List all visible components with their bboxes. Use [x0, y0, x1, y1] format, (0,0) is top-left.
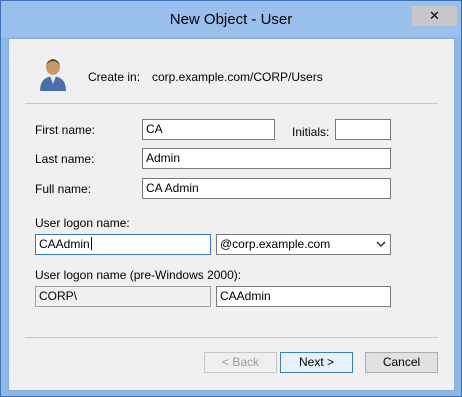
create-in-path: corp.example.com/CORP/Users: [152, 70, 323, 84]
chevron-down-icon: [376, 241, 386, 248]
logon-name-value: CAAdmin: [39, 237, 90, 251]
text-caret: [90, 237, 92, 250]
dialog-title: New Object - User: [169, 11, 293, 28]
back-button[interactable]: < Back: [204, 352, 277, 373]
last-name-label: Last name:: [35, 152, 95, 166]
divider: [25, 103, 438, 104]
last-name-field[interactable]: Admin: [142, 148, 391, 169]
create-in-label: Create in:: [88, 70, 141, 84]
pre2000-name-field[interactable]: CAAdmin: [216, 286, 391, 307]
full-name-label: Full name:: [35, 182, 92, 196]
title-bar[interactable]: New Object - User ✕: [1, 1, 461, 37]
divider: [25, 337, 438, 338]
full-name-field[interactable]: CA Admin: [142, 178, 391, 199]
dialog-body: Create in: corp.example.com/CORP/Users F…: [8, 38, 455, 391]
close-icon: ✕: [429, 8, 440, 23]
cancel-button[interactable]: Cancel: [365, 352, 438, 373]
first-name-field[interactable]: CA: [142, 119, 275, 140]
logon-name-label: User logon name:: [35, 216, 130, 230]
close-button[interactable]: ✕: [412, 6, 457, 26]
upn-suffix-select[interactable]: @corp.example.com: [216, 234, 391, 255]
next-button[interactable]: Next >: [280, 352, 353, 373]
new-object-user-dialog: New Object - User ✕ Create in: corp.exam…: [0, 0, 462, 397]
initials-field[interactable]: [335, 119, 391, 140]
pre2000-domain-field: CORP\: [35, 286, 211, 307]
first-name-label: First name:: [35, 123, 96, 137]
pre2000-label: User logon name (pre-Windows 2000):: [35, 268, 242, 282]
initials-label: Initials:: [292, 125, 330, 139]
logon-name-field[interactable]: CAAdmin: [35, 234, 211, 255]
user-icon: [40, 59, 66, 91]
upn-suffix-value: @corp.example.com: [220, 237, 331, 251]
